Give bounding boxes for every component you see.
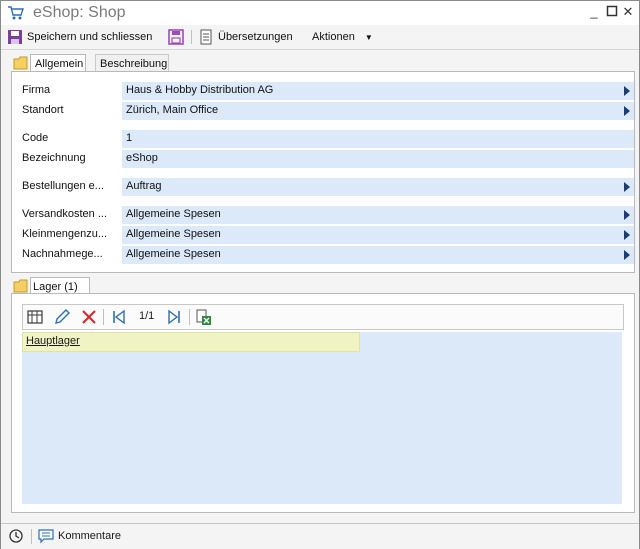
maximize-icon[interactable] xyxy=(605,5,619,19)
save-icon xyxy=(8,30,22,44)
minimize-icon[interactable]: _ xyxy=(587,5,601,19)
lager-list: Hauptlager xyxy=(22,332,622,504)
kleinmengen-field[interactable]: Allgemeine Spesen xyxy=(122,226,634,244)
main-toolbar: Speichern und schliessen Übersetzungen A… xyxy=(1,25,639,50)
last-page-icon[interactable] xyxy=(165,308,183,326)
actions-menu[interactable]: Aktionen ▼ xyxy=(312,28,373,46)
page-indicator: 1/1 xyxy=(139,310,155,322)
chevron-right-icon[interactable] xyxy=(624,230,630,240)
window-title: eShop: Shop xyxy=(33,4,126,21)
general-panel: Firma Haus & Hobby Distribution AG Stand… xyxy=(11,71,635,273)
chevron-right-icon[interactable] xyxy=(624,106,630,116)
save-icon xyxy=(168,29,184,45)
chevron-right-icon[interactable] xyxy=(624,210,630,220)
nachnahme-field[interactable]: Allgemeine Spesen xyxy=(122,246,634,264)
chevron-right-icon[interactable] xyxy=(624,182,630,192)
translations-button[interactable]: Übersetzungen xyxy=(198,28,293,46)
list-item[interactable]: Hauptlager xyxy=(22,332,360,352)
folder-icon xyxy=(13,279,28,293)
edit-icon[interactable] xyxy=(53,308,71,326)
tab-beschreibung[interactable]: Beschreibung xyxy=(95,54,169,72)
firma-row: Firma Haus & Hobby Distribution AG xyxy=(22,82,634,100)
save-close-button[interactable]: Speichern und schliessen xyxy=(7,28,152,46)
delete-icon[interactable] xyxy=(80,308,98,326)
eshop-window: eShop: Shop _ ✕ Speichern und schliessen xyxy=(0,0,640,549)
standort-field[interactable]: Zürich, Main Office xyxy=(122,102,634,120)
excel-export-icon[interactable] xyxy=(195,308,213,326)
toolbar-divider xyxy=(189,309,190,325)
kleinmengen-label: Kleinmengenzu... xyxy=(22,228,107,240)
standort-label: Standort xyxy=(22,104,64,116)
nachnahme-row: Nachnahmege... Allgemeine Spesen xyxy=(22,246,634,264)
bestellungen-row: Bestellungen e... Auftrag xyxy=(22,178,634,196)
translations-label: Übersetzungen xyxy=(218,31,293,43)
code-row: Code 1 xyxy=(22,130,634,148)
lager-toolbar: 1/1 xyxy=(22,304,624,330)
history-icon[interactable] xyxy=(8,528,24,544)
versandkosten-label: Versandkosten ... xyxy=(22,208,107,220)
versandkosten-field[interactable]: Allgemeine Spesen xyxy=(122,206,634,224)
shopping-cart-icon xyxy=(8,6,24,20)
save-close-label: Speichern und schliessen xyxy=(27,31,153,43)
status-divider xyxy=(31,529,32,544)
nachnahme-label: Nachnahmege... xyxy=(22,248,103,260)
table-view-icon[interactable] xyxy=(26,308,44,326)
toolbar-divider xyxy=(103,309,104,325)
close-icon[interactable]: ✕ xyxy=(621,5,635,19)
toolbar-divider xyxy=(191,30,192,44)
firma-label: Firma xyxy=(22,84,51,96)
hauptlager-link[interactable]: Hauptlager xyxy=(26,335,80,347)
bezeichnung-label: Bezeichnung xyxy=(22,152,86,164)
comments-button[interactable]: Kommentare xyxy=(38,528,121,544)
first-page-icon[interactable] xyxy=(110,308,128,326)
bestellungen-label: Bestellungen e... xyxy=(22,180,104,192)
comment-icon xyxy=(38,528,54,543)
bezeichnung-field[interactable]: eShop xyxy=(122,150,634,168)
chevron-right-icon[interactable] xyxy=(624,86,630,96)
status-bar: Kommentare xyxy=(1,523,639,549)
chevron-down-icon: ▼ xyxy=(364,32,373,42)
chevron-right-icon[interactable] xyxy=(624,250,630,260)
folder-icon xyxy=(13,56,28,70)
bezeichnung-row: Bezeichnung eShop xyxy=(22,150,634,168)
lager-panel: 1/1 Hauptlager xyxy=(11,293,635,513)
firma-field[interactable]: Haus & Hobby Distribution AG xyxy=(122,82,634,100)
standort-row: Standort Zürich, Main Office xyxy=(22,102,634,120)
versandkosten-row: Versandkosten ... Allgemeine Spesen xyxy=(22,206,634,224)
code-field[interactable]: 1 xyxy=(122,130,634,148)
document-icon xyxy=(200,29,212,45)
title-bar: eShop: Shop _ ✕ xyxy=(1,1,639,25)
kleinmengen-row: Kleinmengenzu... Allgemeine Spesen xyxy=(22,226,634,244)
code-label: Code xyxy=(22,132,49,144)
actions-label: Aktionen xyxy=(312,31,355,43)
bestellungen-field[interactable]: Auftrag xyxy=(122,178,634,196)
save-button[interactable] xyxy=(168,28,184,46)
